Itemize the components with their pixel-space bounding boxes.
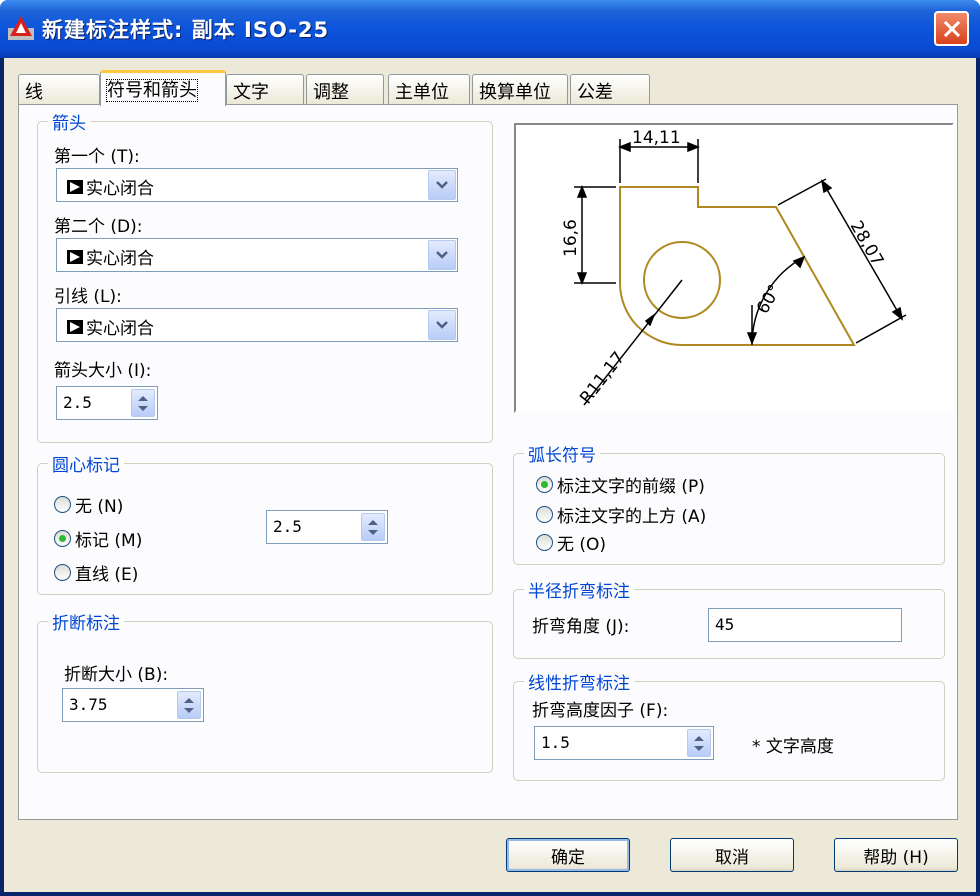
closed-filled-arrow-icon	[67, 179, 83, 194]
radio-icon	[536, 506, 553, 523]
spinner-arrows-icon[interactable]	[131, 389, 155, 417]
radio-selected-icon	[54, 530, 71, 547]
radius-jog-group-title: 半径折弯标注	[524, 577, 634, 602]
text-height-suffix: * 文字高度	[752, 737, 834, 757]
ok-button[interactable]: 确定	[506, 838, 630, 872]
leader-arrow-label: 引线 (L):	[54, 287, 122, 307]
tab-lines[interactable]: 线	[18, 74, 100, 104]
tab-tolerances[interactable]: 公差	[570, 74, 650, 104]
spinner-arrows-icon[interactable]	[687, 729, 711, 757]
break-size-label: 折断大小 (B):	[64, 665, 169, 685]
second-arrow-select[interactable]: 实心闭合	[56, 238, 458, 272]
dimension-break-group-title: 折断标注	[48, 609, 124, 634]
jog-height-label: 折弯高度因子 (F):	[532, 701, 669, 721]
spinner-arrows-icon[interactable]	[361, 513, 385, 541]
closed-filled-arrow-icon	[67, 319, 83, 334]
break-size-value: 3.75	[69, 695, 108, 714]
dim-left-text: 16,6	[561, 219, 581, 257]
center-mark-size-value: 2.5	[273, 517, 302, 536]
dialog-window: 新建标注样式: 副本 ISO-25 线 符号和箭头 文字 调整 主单位 换算单位…	[0, 0, 980, 896]
part-outline	[619, 186, 856, 346]
arrow-size-spinner[interactable]: 2.5	[56, 386, 158, 420]
radio-icon	[54, 564, 71, 581]
jog-height-spinner[interactable]: 1.5	[534, 726, 714, 760]
linear-jog-group: 线性折弯标注 折弯高度因子 (F): 1.5 * 文字高度	[513, 669, 945, 781]
chevron-down-icon[interactable]	[428, 170, 456, 200]
arc-prefix-radio[interactable]: 标注文字的前缀 (P)	[536, 472, 705, 497]
jog-angle-label: 折弯角度 (J):	[532, 617, 630, 637]
arc-none-radio[interactable]: 无 (O)	[536, 530, 606, 555]
arrow-size-label: 箭头大小 (I):	[54, 361, 152, 381]
break-size-spinner[interactable]: 3.75	[62, 688, 204, 722]
leader-arrow-value: 实心闭合	[86, 319, 154, 339]
first-arrow-label: 第一个 (T):	[54, 147, 140, 167]
spinner-arrows-icon[interactable]	[177, 691, 201, 719]
center-marks-group: 圆心标记 无 (N) 标记 (M) 直线 (E) 2.5	[37, 451, 493, 595]
dim-top-text: 14,11	[632, 128, 681, 148]
arrow-size-value: 2.5	[63, 393, 92, 412]
closed-filled-arrow-icon	[67, 249, 83, 264]
center-mark-none-radio[interactable]: 无 (N)	[54, 492, 123, 517]
dim-radius-text: R11,17	[576, 348, 629, 408]
center-mark-mark-radio[interactable]: 标记 (M)	[54, 526, 142, 551]
dialog-body: 线 符号和箭头 文字 调整 主单位 换算单位 公差 箭头 第一个 (T): 实心…	[4, 58, 976, 892]
second-arrow-value: 实心闭合	[86, 249, 154, 269]
tab-panel: 箭头 第一个 (T): 实心闭合 第二个 (D): 实心闭合 引线 (L): 实…	[18, 104, 958, 820]
center-marks-group-title: 圆心标记	[48, 451, 124, 476]
radio-selected-icon	[536, 476, 553, 493]
dimension-preview-drawing: 14,11 16,6 28,07 60° R11,17	[561, 128, 907, 408]
jog-angle-value: 45	[715, 615, 735, 634]
tab-symbols-arrows[interactable]: 符号和箭头	[100, 70, 226, 106]
title-bar[interactable]: 新建标注样式: 副本 ISO-25	[0, 0, 980, 58]
center-mark-size-spinner[interactable]: 2.5	[266, 510, 388, 544]
close-button[interactable]	[934, 11, 969, 46]
radius-jog-group: 半径折弯标注 折弯角度 (J): 45	[513, 577, 945, 659]
jog-height-value: 1.5	[541, 733, 570, 752]
second-arrow-label: 第二个 (D):	[54, 217, 143, 237]
dimension-break-group: 折断标注 折断大小 (B): 3.75	[37, 609, 493, 773]
close-icon	[943, 20, 960, 37]
center-mark-line-radio[interactable]: 直线 (E)	[54, 560, 138, 585]
leader-arrow-select[interactable]: 实心闭合	[56, 308, 458, 342]
arrowheads-group: 箭头 第一个 (T): 实心闭合 第二个 (D): 实心闭合 引线 (L): 实…	[37, 109, 493, 443]
preview-pane: 14,11 16,6 28,07 60° R11,17	[514, 123, 954, 413]
arc-above-radio[interactable]: 标注文字的上方 (A)	[536, 502, 706, 527]
tab-fit[interactable]: 调整	[306, 74, 384, 104]
tab-primary-units[interactable]: 主单位	[388, 74, 470, 104]
radio-icon	[536, 534, 553, 551]
arc-length-symbol-group: 弧长符号 标注文字的前缀 (P) 标注文字的上方 (A) 无 (O)	[513, 441, 945, 565]
first-arrow-select[interactable]: 实心闭合	[56, 168, 458, 202]
linear-jog-group-title: 线性折弯标注	[524, 669, 634, 694]
cancel-button[interactable]: 取消	[670, 838, 794, 872]
first-arrow-value: 实心闭合	[86, 179, 154, 199]
chevron-down-icon[interactable]	[428, 240, 456, 270]
autocad-app-icon	[8, 16, 34, 40]
tab-alternate-units[interactable]: 换算单位	[472, 74, 568, 104]
window-title: 新建标注样式: 副本 ISO-25	[42, 18, 330, 42]
chevron-down-icon[interactable]	[428, 310, 456, 340]
dim-right-text: 28,07	[846, 218, 888, 270]
radio-icon	[54, 496, 71, 513]
arc-length-group-title: 弧长符号	[524, 441, 600, 466]
tab-text[interactable]: 文字	[226, 74, 304, 104]
help-button[interactable]: 帮助 (H)	[834, 838, 958, 872]
jog-angle-input[interactable]: 45	[708, 608, 902, 642]
arrowheads-group-title: 箭头	[48, 109, 90, 134]
